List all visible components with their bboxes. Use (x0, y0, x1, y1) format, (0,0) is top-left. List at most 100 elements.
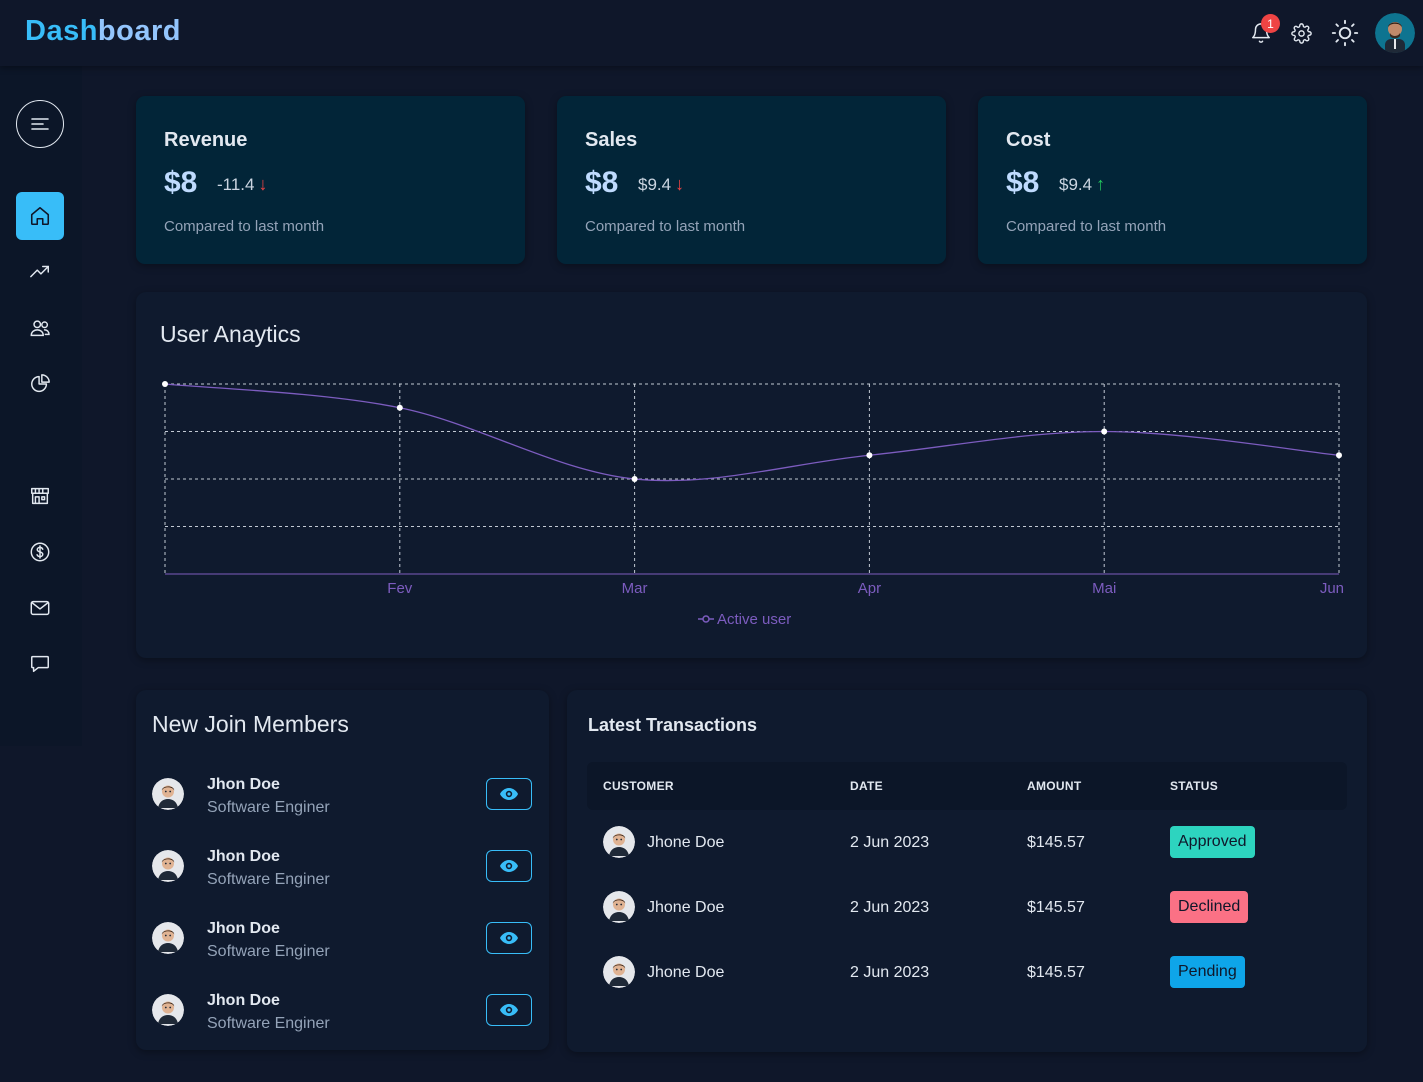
data-point (1336, 452, 1342, 459)
view-member-button[interactable] (486, 922, 532, 954)
eye-icon (500, 860, 518, 872)
arrow-up-icon: ↑ (1096, 174, 1106, 194)
member-list-item: Jhon Doe Software Enginer (152, 776, 532, 834)
gear-icon (1290, 22, 1312, 44)
notifications-button[interactable]: 1 (1241, 13, 1281, 53)
sidebar (0, 66, 82, 746)
chat-icon (31, 655, 49, 673)
eye-icon (500, 932, 518, 944)
stat-value: $8 (164, 166, 198, 199)
trending-icon (30, 265, 49, 278)
table-row[interactable]: Jhone Doe 2 Jun 2023 $145.57 Declined (587, 891, 1347, 931)
sidebar-item-trends[interactable] (16, 248, 64, 296)
stat-card-revenue: Revenue $8 -11.4 ↓ Compared to last mont… (136, 96, 525, 264)
sidebar-item-mail[interactable] (16, 584, 64, 632)
member-name: Jhon Doe (207, 776, 280, 793)
stat-change: $9.4 ↑ (1059, 174, 1105, 195)
transaction-amount: $145.57 (1027, 834, 1085, 851)
members-title: New Join Members (152, 711, 349, 737)
x-tick-label: Mai (1092, 580, 1116, 597)
menu-toggle-button[interactable] (16, 100, 64, 148)
column-header-date[interactable]: DATE (850, 779, 883, 793)
avatar (603, 956, 635, 988)
stat-title: Sales (585, 129, 638, 151)
x-tick-label: Jun (1320, 580, 1344, 597)
data-point (162, 381, 168, 387)
avatar (603, 826, 635, 858)
settings-button[interactable] (1281, 13, 1321, 53)
member-role: Software Enginer (207, 943, 330, 960)
transaction-date: 2 Jun 2023 (850, 899, 930, 916)
sidebar-item-finance[interactable] (16, 528, 64, 576)
view-member-button[interactable] (486, 994, 532, 1026)
brand-part-1: Dash (25, 15, 98, 47)
member-list-item: Jhon Doe Software Enginer (152, 992, 532, 1050)
menu-icon (31, 118, 49, 130)
stat-title: Cost (1006, 129, 1051, 151)
brand-title[interactable]: Dashboard (25, 15, 181, 48)
users-icon (30, 320, 50, 337)
avatar (152, 994, 184, 1026)
status-badge: Approved (1170, 826, 1255, 858)
data-point (631, 476, 638, 482)
member-role: Software Enginer (207, 799, 330, 816)
column-header-amount[interactable]: AMOUNT (1027, 779, 1081, 793)
table-row[interactable]: Jhone Doe 2 Jun 2023 $145.57 Approved (587, 826, 1347, 866)
transactions-title: Latest Transactions (588, 715, 758, 735)
x-tick-label: Fev (387, 580, 413, 597)
status-badge: Declined (1170, 891, 1249, 923)
table-row[interactable]: Jhone Doe 2 Jun 2023 $145.57 Pending (587, 956, 1347, 996)
customer-name: Jhone Doe (647, 834, 725, 851)
customer-name: Jhone Doe (647, 899, 725, 916)
transaction-amount: $145.57 (1027, 899, 1085, 916)
avatar (152, 778, 184, 810)
members-panel: New Join Members Jhon Doe Software Engine… (136, 690, 549, 1050)
stat-compare-text: Compared to last month (585, 218, 746, 235)
brand-part-2: board (97, 15, 181, 47)
stat-compare-text: Compared to last month (164, 218, 325, 235)
view-member-button[interactable] (486, 778, 532, 810)
stat-change-value: $9.4 (638, 174, 672, 194)
top-actions: 1 (1241, 9, 1415, 57)
sidebar-item-reports[interactable] (16, 360, 64, 408)
legend-marker (702, 615, 710, 623)
series-line-active-user (164, 383, 1340, 482)
analytics-chart: Fev Mar Apr Mai Jun Active user (162, 381, 1344, 628)
arrow-down-icon: ↓ (258, 174, 268, 194)
transactions-panel: Latest Transactions CUSTOMER DATE AMOUNT… (567, 690, 1367, 1052)
stat-change-value: $9.4 (1059, 174, 1093, 194)
column-header-customer[interactable]: CUSTOMER (603, 779, 674, 793)
member-name: Jhon Doe (207, 920, 280, 937)
avatar (152, 922, 184, 954)
member-list-item: Jhon Doe Software Enginer (152, 848, 532, 906)
pie-chart-icon (31, 374, 50, 393)
stat-value: $8 (1006, 166, 1040, 199)
sidebar-item-users[interactable] (16, 304, 64, 352)
notification-badge: 1 (1261, 14, 1280, 33)
column-header-status[interactable]: STATUS (1170, 779, 1218, 793)
x-tick-label: Mar (622, 580, 648, 597)
sidebar-item-home[interactable] (16, 192, 64, 240)
member-list-item: Jhon Doe Software Enginer (152, 920, 532, 978)
x-tick-label: Apr (858, 580, 881, 597)
stat-compare-text: Compared to last month (1006, 218, 1167, 235)
stat-change-value: -11.4 (217, 174, 255, 194)
mail-icon (30, 600, 50, 616)
arrow-down-icon: ↓ (675, 174, 685, 194)
avatar (603, 891, 635, 923)
view-member-button[interactable] (486, 850, 532, 882)
stat-change: $9.4 ↓ (638, 174, 684, 195)
member-role: Software Enginer (207, 871, 330, 888)
analytics-panel: User Anaytics Fev Mar Apr Mai Jun Active user (136, 292, 1367, 658)
transaction-date: 2 Jun 2023 (850, 834, 930, 851)
legend-label: Active user (717, 611, 791, 628)
stat-change: -11.4 ↓ (217, 174, 268, 195)
sidebar-item-chat[interactable] (16, 640, 64, 688)
user-avatar[interactable] (1375, 13, 1415, 53)
sidebar-item-store[interactable] (16, 472, 64, 520)
theme-toggle-button[interactable] (1325, 13, 1365, 53)
data-point (1101, 428, 1108, 435)
stat-title: Revenue (164, 129, 248, 151)
transaction-amount: $145.57 (1027, 964, 1085, 981)
dollar-icon (30, 542, 50, 562)
